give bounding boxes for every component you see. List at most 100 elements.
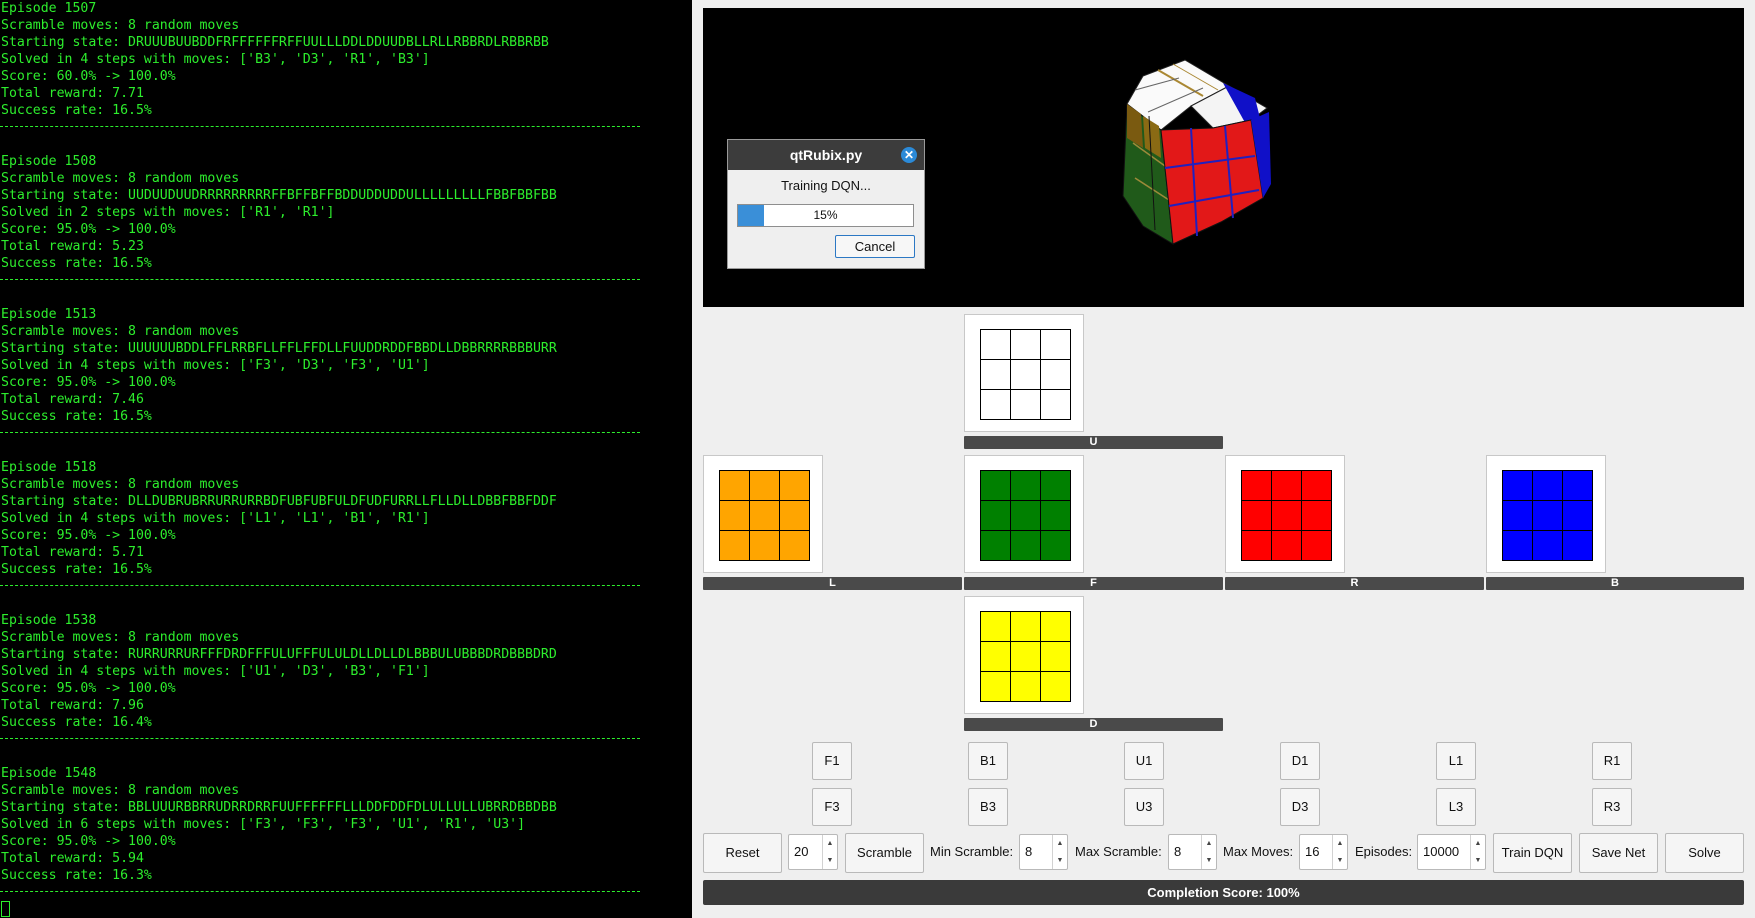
terminal-line: Solved in 4 steps with moves: ['L1', 'L1… xyxy=(1,511,430,526)
terminal-line: Starting state: UUDUUDUUDRRRRRRRRRFFBFFB… xyxy=(1,188,557,203)
scramble-count-spinbox[interactable]: 20 ▲ ▼ xyxy=(788,834,838,870)
move-r3-button[interactable]: R3 xyxy=(1592,788,1632,826)
scramble-count-value: 20 xyxy=(794,844,809,859)
terminal-line: Success rate: 16.5% xyxy=(1,409,152,424)
face-b-grid[interactable] xyxy=(1502,470,1593,561)
terminal-separator xyxy=(0,891,640,892)
max-moves-spinbox[interactable]: 16 ▲ ▼ xyxy=(1299,834,1348,870)
terminal-line: Scramble moves: 8 random moves xyxy=(1,171,240,186)
terminal-line: Total reward: 5.23 xyxy=(1,239,144,254)
min-scramble-spinbox[interactable]: 8 ▲ ▼ xyxy=(1019,834,1068,870)
move-u1-button[interactable]: U1 xyxy=(1124,742,1164,780)
sticker xyxy=(780,531,809,560)
episodes-spinbox[interactable]: 10000 ▲ ▼ xyxy=(1417,834,1486,870)
min-scramble-label: Min Scramble: xyxy=(930,844,1014,859)
sticker xyxy=(1041,390,1070,419)
face-r-label: R xyxy=(1225,577,1484,590)
terminal-line: Episode 1508 xyxy=(1,154,97,169)
save-net-button[interactable]: Save Net xyxy=(1579,833,1658,873)
move-f3-button[interactable]: F3 xyxy=(812,788,852,826)
scramble-button[interactable]: Scramble xyxy=(845,833,924,873)
dialog-message: Training DQN... xyxy=(781,178,871,193)
spin-arrows-icon[interactable]: ▲ ▼ xyxy=(1201,835,1216,869)
sticker xyxy=(1011,501,1040,530)
face-f-panel xyxy=(964,455,1084,573)
face-l-grid[interactable] xyxy=(719,470,810,561)
sticker xyxy=(981,360,1010,389)
terminal-line: Total reward: 7.96 xyxy=(1,698,144,713)
face-u-panel xyxy=(964,314,1084,432)
dialog-title-bar[interactable]: qtRubix.py ✕ xyxy=(728,140,924,170)
sticker xyxy=(1011,330,1040,359)
sticker xyxy=(1011,360,1040,389)
terminal-line: Episode 1538 xyxy=(1,613,97,628)
close-icon[interactable]: ✕ xyxy=(901,147,917,163)
terminal-line: Starting state: DLLDUBRUBRRURRURRBDFUBFU… xyxy=(1,494,557,509)
sticker xyxy=(1041,531,1070,560)
terminal-line: Score: 60.0% -> 100.0% xyxy=(1,69,176,84)
terminal-line: Success rate: 16.5% xyxy=(1,256,152,271)
sticker xyxy=(981,390,1010,419)
spin-arrows-icon[interactable]: ▲ ▼ xyxy=(1052,835,1067,869)
terminal-line: Scramble moves: 8 random moves xyxy=(1,324,240,339)
sticker xyxy=(1503,531,1532,560)
face-f-label: F xyxy=(964,577,1223,590)
spin-arrows-icon[interactable]: ▲ ▼ xyxy=(1470,835,1485,869)
move-r1-button[interactable]: R1 xyxy=(1592,742,1632,780)
terminal-output: Episode 1507 Scramble moves: 8 random mov… xyxy=(0,0,690,918)
face-d-grid[interactable] xyxy=(980,611,1071,702)
max-scramble-value: 8 xyxy=(1174,844,1182,859)
sticker xyxy=(1041,672,1070,701)
terminal-line: Solved in 2 steps with moves: ['R1', 'R1… xyxy=(1,205,335,220)
spin-arrows-icon[interactable]: ▲ ▼ xyxy=(822,835,837,869)
sticker xyxy=(1041,642,1070,671)
sticker xyxy=(1302,471,1331,500)
training-progress-bar: 15% xyxy=(737,204,914,227)
face-u-label: U xyxy=(964,436,1223,449)
sticker xyxy=(1041,612,1070,641)
terminal-cursor xyxy=(1,901,10,917)
move-d1-button[interactable]: D1 xyxy=(1280,742,1320,780)
move-d3-button[interactable]: D3 xyxy=(1280,788,1320,826)
terminal-line: Starting state: UUUUUUBDDLFFLRRBFLLFFLFF… xyxy=(1,341,557,356)
max-scramble-spinbox[interactable]: 8 ▲ ▼ xyxy=(1168,834,1217,870)
train-dqn-button[interactable]: Train DQN xyxy=(1493,833,1572,873)
sticker xyxy=(981,642,1010,671)
face-f-grid[interactable] xyxy=(980,470,1071,561)
face-l-panel xyxy=(703,455,823,573)
terminal-line: Episode 1513 xyxy=(1,307,97,322)
sticker xyxy=(1272,531,1301,560)
sticker xyxy=(1041,330,1070,359)
spin-arrows-icon[interactable]: ▲ ▼ xyxy=(1332,835,1347,869)
sticker xyxy=(1272,501,1301,530)
face-b-label: B xyxy=(1486,577,1744,590)
move-l1-button[interactable]: L1 xyxy=(1436,742,1476,780)
terminal-line: Solved in 4 steps with moves: ['F3', 'D3… xyxy=(1,358,430,373)
sticker xyxy=(1011,531,1040,560)
move-l3-button[interactable]: L3 xyxy=(1436,788,1476,826)
move-b1-button[interactable]: B1 xyxy=(968,742,1008,780)
solve-button[interactable]: Solve xyxy=(1665,833,1744,873)
sticker xyxy=(750,501,779,530)
cancel-button[interactable]: Cancel xyxy=(835,235,915,258)
terminal-line: Total reward: 5.94 xyxy=(1,851,144,866)
sticker xyxy=(720,471,749,500)
sticker xyxy=(1302,501,1331,530)
terminal-line: Success rate: 16.3% xyxy=(1,868,152,883)
reset-button[interactable]: Reset xyxy=(703,833,782,873)
move-u3-button[interactable]: U3 xyxy=(1124,788,1164,826)
sticker xyxy=(780,471,809,500)
face-r-grid[interactable] xyxy=(1241,470,1332,561)
terminal-line: Total reward: 7.71 xyxy=(1,86,144,101)
episodes-label: Episodes: xyxy=(1355,844,1413,859)
terminal-line: Score: 95.0% -> 100.0% xyxy=(1,681,176,696)
sticker xyxy=(1533,471,1562,500)
terminal-line: Score: 95.0% -> 100.0% xyxy=(1,222,176,237)
terminal-line: Total reward: 7.46 xyxy=(1,392,144,407)
terminal-line: Scramble moves: 8 random moves xyxy=(1,477,240,492)
move-f1-button[interactable]: F1 xyxy=(812,742,852,780)
face-u-grid[interactable] xyxy=(980,329,1071,420)
move-b3-button[interactable]: B3 xyxy=(968,788,1008,826)
sticker xyxy=(720,501,749,530)
sticker xyxy=(720,531,749,560)
